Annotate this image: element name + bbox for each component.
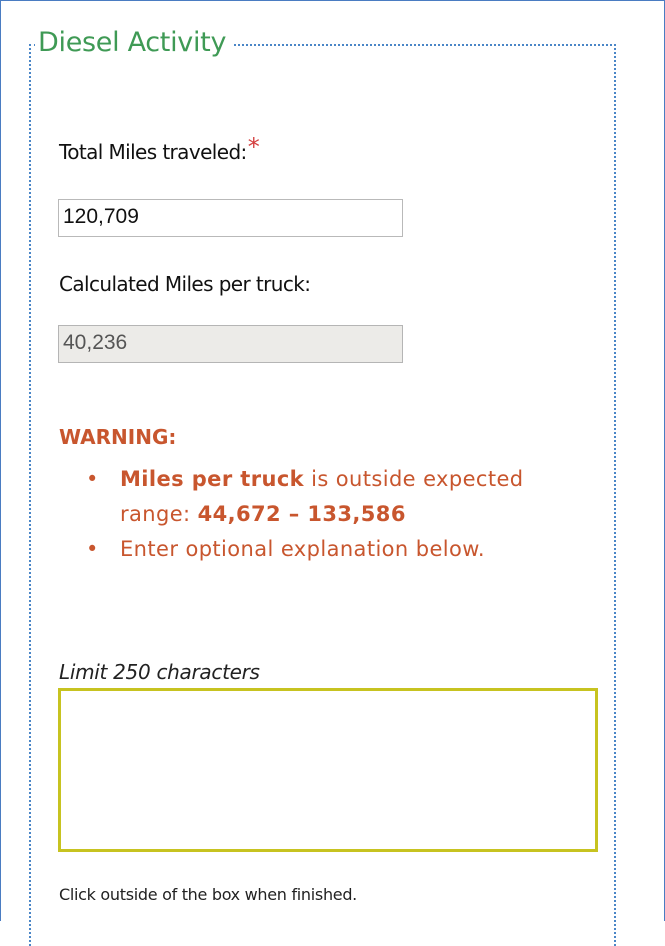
bullet-icon: •: [86, 537, 99, 561]
limit-label: Limit 250 characters: [59, 660, 260, 684]
bullet-icon: •: [86, 467, 99, 491]
warning-list: • Miles per truck is outside expected ran…: [82, 462, 582, 567]
calculated-miles-field: 40,236: [58, 325, 403, 363]
calculated-miles-label: Calculated Miles per truck:: [59, 272, 311, 296]
warning-item-explain-text: Enter optional explanation below.: [120, 537, 485, 561]
total-miles-label-text: Total Miles traveled:: [59, 140, 247, 164]
warning-heading: WARNING:: [59, 425, 177, 449]
warning-item-range: • Miles per truck is outside expected ran…: [82, 462, 582, 532]
total-miles-label: Total Miles traveled:*: [59, 133, 260, 165]
section-title: Diesel Activity: [35, 24, 235, 62]
warning-range-value: 44,672 – 133,586: [197, 502, 406, 526]
hint-text: Click outside of the box when finished.: [59, 885, 357, 904]
explanation-textarea[interactable]: [58, 688, 598, 852]
required-mark: *: [247, 133, 260, 161]
total-miles-input[interactable]: 120,709: [58, 199, 403, 237]
warning-item-bold: Miles per truck: [120, 467, 305, 491]
warning-item-explain: • Enter optional explanation below.: [82, 532, 582, 567]
